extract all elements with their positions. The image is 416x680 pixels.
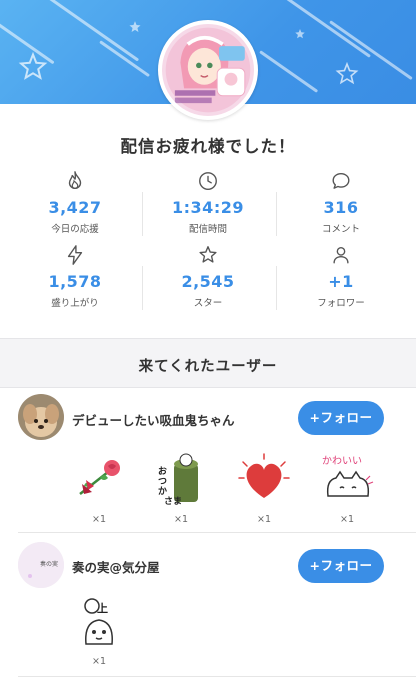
lightning-icon xyxy=(67,245,83,265)
svg-text:かわいい: かわいい xyxy=(322,455,362,467)
user-name[interactable]: デビューしたい吸血鬼ちゃん xyxy=(72,410,235,429)
page-title: 配信お疲れ様でした！ xyxy=(120,137,296,156)
gift-count: ×1 xyxy=(91,514,106,525)
divider xyxy=(18,532,416,533)
follow-button[interactable]: +フォロー xyxy=(298,401,384,435)
stat-value: 3,427 xyxy=(48,198,102,217)
banner-star-icon xyxy=(18,52,48,80)
flame-icon xyxy=(68,171,82,189)
stat-label: スター xyxy=(193,298,223,309)
streamer-avatar-icon[interactable] xyxy=(158,20,258,120)
banner-streak xyxy=(259,50,319,93)
stat-followers: +1 フォロワー xyxy=(272,244,410,309)
banner-streak xyxy=(99,40,151,78)
gift-item: ×1 xyxy=(232,450,296,525)
stat-stars: 2,545 スター xyxy=(139,244,277,309)
svg-text:さま: さま xyxy=(164,496,182,507)
gift-count: ×1 xyxy=(173,514,188,525)
heart-icon xyxy=(238,453,290,498)
gift-item: お つ か さま ×1 xyxy=(149,450,213,525)
stat-support: 3,427 今日の応援 xyxy=(6,170,144,235)
svg-text:つ: つ xyxy=(158,477,167,487)
kawaii-cat-icon: かわいい xyxy=(322,455,374,497)
gift-count: ×1 xyxy=(339,514,354,525)
svg-text:上: 上 xyxy=(97,601,108,615)
follow-button[interactable]: +フォロー xyxy=(298,549,384,583)
rose-icon xyxy=(79,460,120,495)
svg-text:お: お xyxy=(158,466,167,477)
user-name[interactable]: 奏の実@気分屋 xyxy=(72,557,160,576)
stat-value: 1:34:29 xyxy=(172,198,244,217)
section-title: 来てくれたユーザー xyxy=(138,359,278,375)
gift-item: ×1 xyxy=(67,450,131,525)
gift-item: 上 ×1 xyxy=(67,592,131,667)
stat-label: 配信時間 xyxy=(188,224,227,235)
svg-text:奏の実: 奏の実 xyxy=(40,560,58,568)
banner-streak xyxy=(279,0,371,58)
stat-value: 316 xyxy=(323,198,359,217)
gift-count: ×1 xyxy=(256,514,271,525)
stat-value: +1 xyxy=(328,272,354,291)
person-icon xyxy=(333,246,349,264)
banner-streak xyxy=(39,0,140,62)
stat-label: フォロワー xyxy=(317,298,365,309)
stat-label: 今日の応援 xyxy=(51,224,99,235)
stat-excitement: 1,578 盛り上がり xyxy=(6,244,144,309)
hedgehog-icon: 上 xyxy=(84,598,113,645)
comment-icon xyxy=(332,172,350,189)
otsukaresama-icon: お つ か さま xyxy=(158,453,198,507)
user-avatar-icon[interactable] xyxy=(18,394,64,440)
banner-star-icon xyxy=(335,62,359,85)
stat-label: コメント xyxy=(321,224,360,235)
gift-item: かわいい ×1 xyxy=(315,450,379,525)
banner-star-icon xyxy=(295,29,305,39)
stat-label: 盛り上がり xyxy=(51,298,99,309)
clock-icon xyxy=(199,172,217,190)
stat-value: 2,545 xyxy=(181,272,235,291)
divider xyxy=(18,676,416,677)
gift-count: ×1 xyxy=(91,656,106,667)
star-icon xyxy=(199,246,217,263)
banner-star-icon xyxy=(129,21,141,33)
stat-duration: 1:34:29 配信時間 xyxy=(139,170,277,235)
svg-text:か: か xyxy=(158,486,167,497)
user-avatar-icon[interactable]: 奏の実 xyxy=(18,542,64,588)
stat-value: 1,578 xyxy=(48,272,102,291)
stat-comments: 316 コメント xyxy=(272,170,410,235)
